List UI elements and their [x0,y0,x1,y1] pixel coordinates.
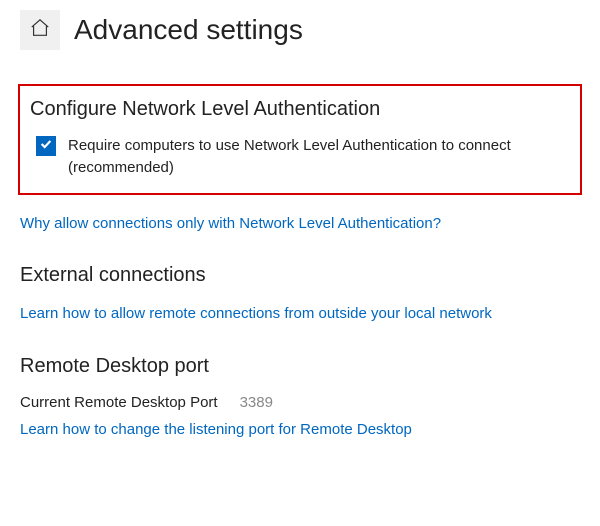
nla-section: Configure Network Level Authentication R… [18,84,582,195]
nla-title: Configure Network Level Authentication [30,98,570,121]
header: Advanced settings [0,0,600,64]
rdp-port-value: 3389 [240,394,273,411]
external-title: External connections [20,264,580,287]
nla-help-link-block: Why allow connections only with Network … [0,207,600,235]
nla-help-link[interactable]: Why allow connections only with Network … [20,215,441,232]
rdp-port-section: Remote Desktop port Current Remote Deskt… [0,325,600,441]
external-help-link[interactable]: Learn how to allow remote connections fr… [20,305,492,322]
checkmark-icon [39,137,53,156]
rdp-port-row: Current Remote Desktop Port 3389 [20,394,580,411]
rdp-port-label: Current Remote Desktop Port [20,394,218,411]
nla-checkbox-label: Require computers to use Network Level A… [68,135,570,179]
nla-checkbox[interactable] [36,136,56,156]
nla-checkbox-row[interactable]: Require computers to use Network Level A… [30,135,570,179]
rdp-port-help-link[interactable]: Learn how to change the listening port f… [20,421,412,438]
home-icon [29,17,51,44]
external-section: External connections Learn how to allow … [0,234,600,325]
page-title: Advanced settings [74,14,303,46]
rdp-port-title: Remote Desktop port [20,355,580,378]
home-button[interactable] [20,10,60,50]
